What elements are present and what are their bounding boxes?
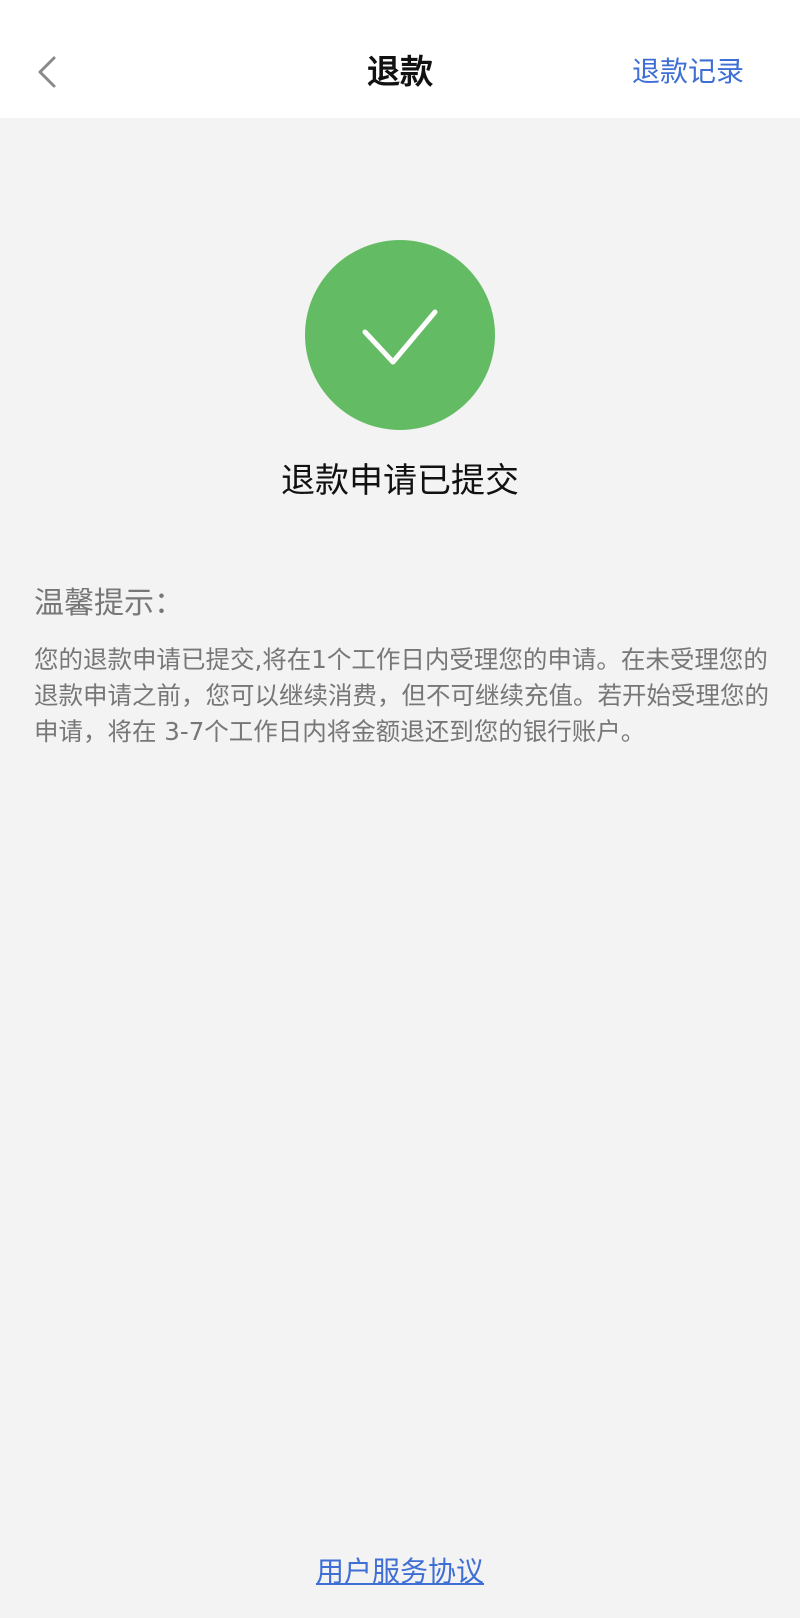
checkmark-icon bbox=[305, 240, 495, 430]
tips-body: 您的退款申请已提交,将在1个工作日内受理您的申请。在未受理您的退款申请之前，您可… bbox=[34, 645, 769, 746]
navigation-bar: 退款 退款记录 bbox=[0, 0, 800, 118]
tips-title: 温馨提示： bbox=[34, 586, 184, 621]
user-service-agreement-link[interactable]: 用户服务协议 bbox=[0, 1550, 800, 1594]
refund-records-link[interactable]: 退款记录 bbox=[632, 50, 744, 94]
success-status-circle bbox=[305, 240, 495, 430]
status-message: 退款申请已提交 bbox=[281, 461, 519, 501]
